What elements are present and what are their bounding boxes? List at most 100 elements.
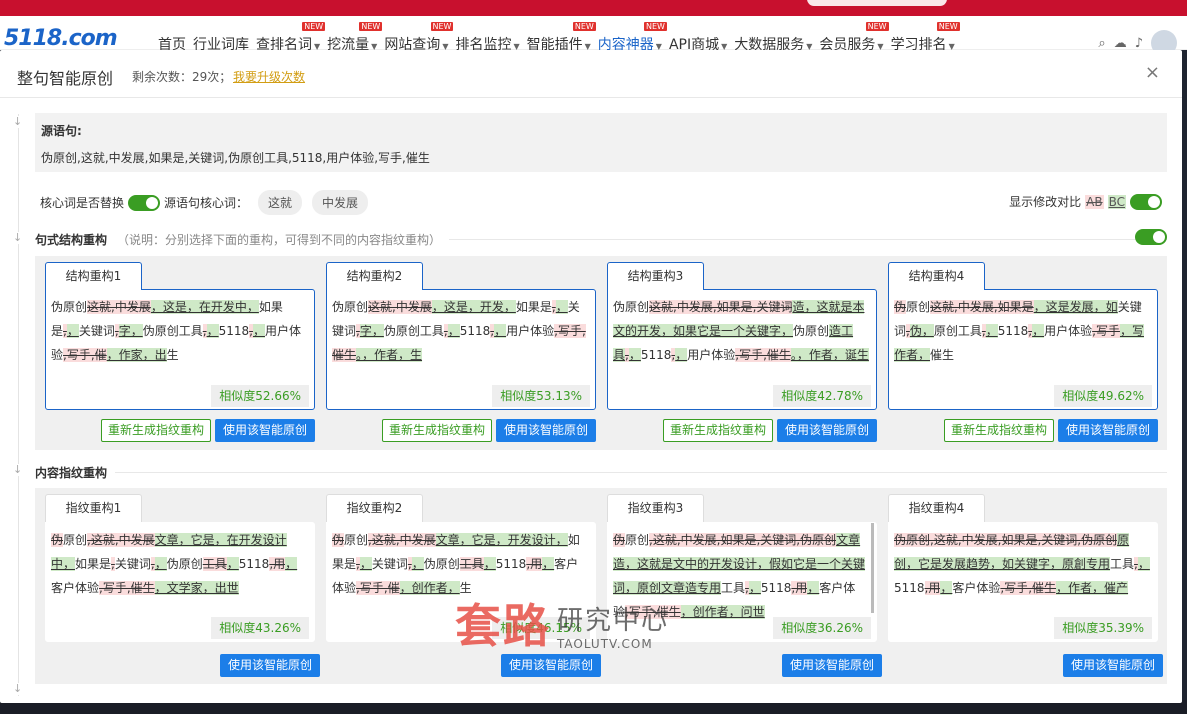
new-badge: NEW: [302, 22, 326, 31]
inserted-text: ，: [359, 557, 372, 571]
structure-toggle[interactable]: [1135, 229, 1167, 245]
kept-text: 5118: [238, 557, 270, 571]
remaining-count: 剩余次数：29次；: [132, 70, 232, 84]
replace-toggle[interactable]: [128, 194, 161, 211]
deleted-text: 这就,中发展,如果是,关键词: [649, 300, 793, 314]
rewrite-tab[interactable]: 指纹重构3: [607, 494, 704, 522]
card-actions: 使用该智能原创: [500, 654, 601, 677]
kept-text: 伪原创: [793, 324, 830, 338]
inserted-text: ，: [628, 348, 641, 362]
kept-text: 关键词: [371, 557, 408, 571]
kept-text: 伪原创: [51, 300, 88, 314]
replace-label: 核心词是否替换: [40, 196, 125, 210]
regenerate-button[interactable]: 重新生成指纹重构: [662, 419, 773, 442]
kept-text: 5118: [997, 324, 1029, 338]
kept-text: 原创: [625, 533, 650, 547]
inserted-text: ，: [940, 581, 953, 595]
deleted-text: 伪: [332, 533, 345, 547]
regenerate-button[interactable]: 重新生成指纹重构: [943, 419, 1054, 442]
card-actions: 重新生成指纹重构 使用该智能原创: [381, 419, 596, 442]
kept-text: 5118: [495, 557, 527, 571]
rewrite-card: 结构重构1 伪原创这就,中发展，这是，在开发中，如果是,，关键词,字，伪原创工具,…: [45, 262, 315, 442]
kept-text: 客户体验: [51, 581, 100, 595]
rewrite-tab[interactable]: 指纹重构4: [888, 494, 985, 522]
kept-text: 关键词: [114, 557, 151, 571]
source-text: 伪原创,这就,中发展,如果是,关键词,伪原创工具,5118,用户体验,写手,催生: [41, 151, 430, 165]
fingerprint-panel: 指纹重构1 伪原创,这就,中发展文章，它是，在开发设计中，如果是,关键词,，伪原创…: [35, 488, 1167, 684]
close-icon[interactable]: ×: [1145, 62, 1160, 83]
rewrite-tab[interactable]: 结构重构1: [45, 262, 142, 290]
deleted-text: ,写手,催生: [99, 581, 155, 595]
deleted-text: 工具: [459, 557, 484, 571]
kept-text: 如果是: [515, 300, 552, 314]
compare-options: 显示修改对比 AB BC: [1009, 193, 1162, 210]
scrollbar[interactable]: [871, 523, 874, 613]
similarity-badge: 相似度42.78%: [773, 385, 871, 407]
rewrite-card: 指纹重构3 伪原创,这就,中发展,如果是,关键词,伪原创文章造，这就是文中的开发设…: [607, 494, 882, 677]
inserted-text: ，: [807, 581, 820, 595]
section-fingerprint-header: 内容指纹重构: [35, 464, 1167, 481]
use-rewrite-button[interactable]: 使用该智能原创: [219, 654, 320, 677]
inserted-text: ，: [285, 557, 298, 571]
compare-ab-sample: AB: [1085, 194, 1104, 209]
use-rewrite-button[interactable]: 使用该智能原创: [214, 419, 315, 442]
site-logo[interactable]: 5118.com: [4, 26, 118, 51]
kept-text: 客户体验: [952, 581, 1001, 595]
kept-text: 原创: [906, 300, 931, 314]
use-rewrite-button[interactable]: 使用该智能原创: [776, 419, 877, 442]
banner-pill[interactable]: [807, 0, 947, 6]
core-word-chip[interactable]: 中发展: [312, 190, 369, 215]
use-rewrite-button[interactable]: 使用该智能原创: [495, 419, 596, 442]
deleted-text: 伪: [51, 533, 64, 547]
core-word-chip[interactable]: 这就: [258, 190, 303, 215]
inserted-text: ，作者，催产: [1056, 581, 1129, 595]
rewrite-card: 指纹重构2 伪原创,这就,中发展文章，它是，开发设计，如果是,，关键词,，伪原创工…: [326, 494, 601, 677]
use-rewrite-button[interactable]: 使用该智能原创: [1057, 419, 1158, 442]
card-actions: 重新生成指纹重构 使用该智能原创: [943, 419, 1158, 442]
regenerate-button[interactable]: 重新生成指纹重构: [100, 419, 211, 442]
new-badge: NEW: [936, 22, 960, 31]
kept-text: 5118: [760, 581, 792, 595]
use-rewrite-button[interactable]: 使用该智能原创: [781, 654, 882, 677]
rewrite-tab[interactable]: 指纹重构2: [326, 494, 423, 522]
inserted-text: ，: [206, 324, 219, 338]
timeline-line: [18, 114, 19, 696]
new-badge: NEW: [572, 22, 596, 31]
compare-toggle[interactable]: [1130, 193, 1162, 210]
card-actions: 使用该智能原创: [219, 654, 320, 677]
rewrite-tab[interactable]: 结构重构3: [607, 262, 704, 290]
inserted-text: ，: [483, 557, 496, 571]
arrow-down-icon: ↓: [13, 231, 23, 244]
regenerate-button[interactable]: 重新生成指纹重构: [381, 419, 492, 442]
deleted-text: 伪: [894, 300, 907, 314]
inserted-text: ，: [226, 557, 239, 571]
structure-panel: 结构重构1 伪原创这就,中发展，这是，在开发中，如果是,，关键词,字，伪原创工具,…: [35, 256, 1167, 450]
rewrite-result: 伪原创这就,中发展，这是，在开发中，如果是,，关键词,字，伪原创工具,，5118…: [45, 289, 315, 410]
kept-text: 关键词: [78, 324, 115, 338]
similarity-badge: 相似度49.62%: [1054, 385, 1152, 407]
kept-text: 5118: [894, 581, 925, 595]
new-badge: NEW: [430, 22, 454, 31]
use-rewrite-button[interactable]: 使用该智能原创: [500, 654, 601, 677]
kept-text: 生: [459, 581, 472, 595]
kept-text: 用户体验: [1044, 324, 1093, 338]
kept-text: 伪原创: [166, 557, 203, 571]
rewrite-text: 伪原创这就,中发展,如果是,关键词造，这就是本文的开发，如果它是一个关键字，伪原…: [613, 295, 871, 367]
upgrade-link[interactable]: 我要升级次数: [233, 68, 305, 85]
rewrite-tab[interactable]: 指纹重构1: [45, 494, 142, 522]
inserted-text: 伪，: [909, 324, 934, 338]
kept-text: 工具: [1110, 557, 1135, 571]
rewrite-tab[interactable]: 结构重构2: [326, 262, 423, 290]
rewrite-text: 伪原创这就,中发展，这是，开发，如果是,，关键词,字，伪原创工具,，5118,，…: [332, 295, 590, 367]
inserted-text: ，: [154, 557, 167, 571]
card-actions: 使用该智能原创: [1062, 654, 1163, 677]
compare-bc-sample: BC: [1107, 194, 1126, 209]
rewrite-result: 伪原创,这就,中发展文章，它是，在开发设计中，如果是,关键词,，伪原创工具，51…: [45, 522, 315, 642]
rewrite-tab[interactable]: 结构重构4: [888, 262, 985, 290]
rewrite-text: 伪原创,这就,中发展,如果是,关键词,伪原创文章造，这就是文中的开发设计，假如它…: [613, 528, 871, 624]
rewrite-text: 伪原创,这就,中发展,如果是,关键词,伪原创原创，它是发展趋势，如关键字，原創专…: [894, 528, 1152, 600]
divider: [115, 472, 1167, 473]
use-rewrite-button[interactable]: 使用该智能原创: [1062, 654, 1163, 677]
core-words-label: 源语句核心词：: [164, 196, 249, 210]
inserted-text: ，这是发展，如: [1033, 300, 1118, 314]
